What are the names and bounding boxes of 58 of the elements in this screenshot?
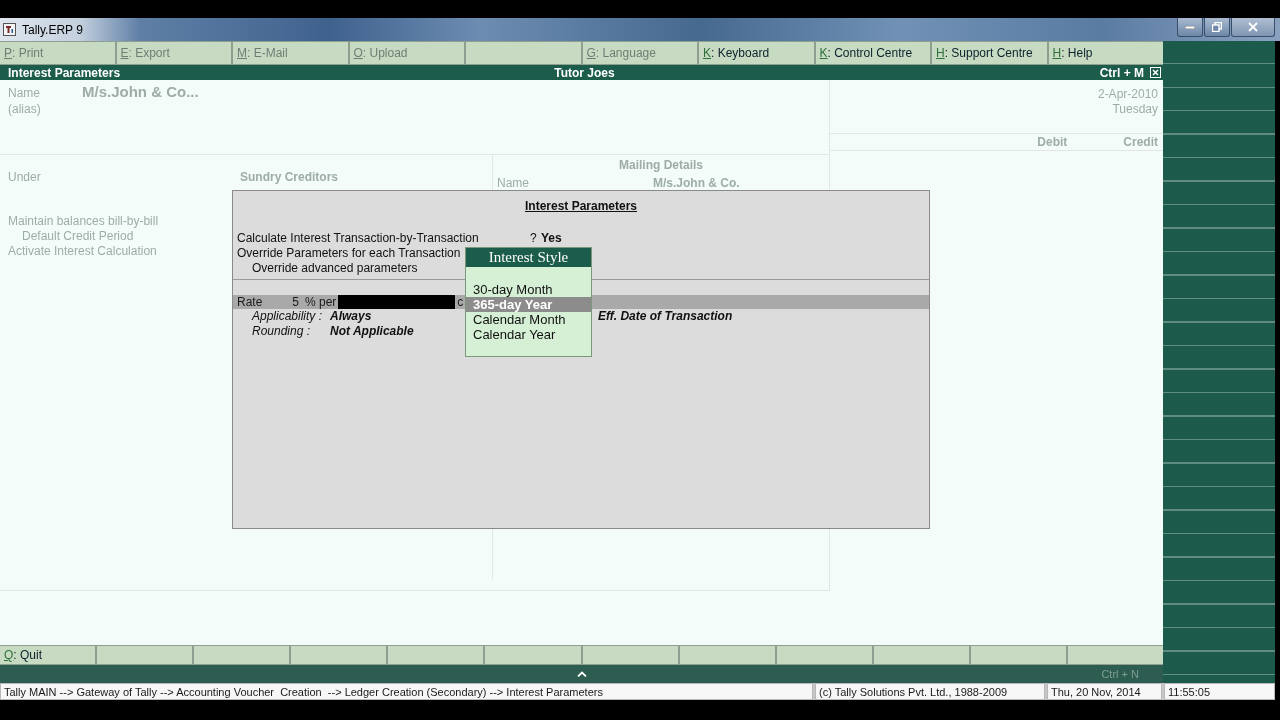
field-value: Eff. Date of Transaction [598,309,733,324]
form-label: Name [8,86,40,100]
list-item[interactable]: Calendar Year [466,327,591,342]
form-label: Under [8,170,42,184]
form-label: (alias) [8,102,41,116]
input-field[interactable] [338,295,456,309]
restore-button[interactable] [1204,18,1230,37]
form-label: Default Credit Period [22,229,134,243]
field-value: 5 [291,295,299,309]
list-item[interactable]: Calendar Month [466,312,591,327]
minimize-icon [1185,25,1195,29]
form-label: Activate Interest Calculation [8,244,157,258]
time-text: 11:55:05 [1164,683,1275,700]
form-value: Sundry Creditors [240,170,338,184]
list-item[interactable]: 30-day Month [466,282,591,297]
field-label: Calculate Interest Transaction-by-Transaction [237,230,479,245]
breadcrumb-path: Tally MAIN --> Gateway of Tally --> Accounting Voucher Creation --> Ledger Creation (Secondary) --> Interest Parameters [0,683,813,700]
close-button[interactable] [1231,18,1275,37]
toolbar-button[interactable]: K: Keyboard [699,42,814,64]
date-text: Thu, 20 Nov, 2014 [1047,683,1162,700]
toolbar-button[interactable]: K: Control Centre [815,42,930,64]
column-header: Debit [1037,135,1068,149]
toolbar-button[interactable]: H: Help [1048,42,1163,64]
form-day: Tuesday [1112,102,1158,116]
field-label: % per [305,295,337,309]
window-title: Tally.ERP 9 [22,22,83,37]
field-label: Rounding : [252,324,311,339]
close-icon [1248,22,1258,32]
field-value: Always [330,309,372,324]
field-label: c [457,295,464,309]
caret-up-icon[interactable] [576,671,587,677]
list-title: Interest Style [466,248,591,267]
shortcut-text: Ctrl + M [1099,65,1144,80]
field-label: Rate [237,295,264,309]
form-value: M/s.John & Co. [653,176,740,190]
minimize-button[interactable] [1177,18,1203,37]
form-heading: Mailing Details [619,158,703,172]
restore-icon [1212,22,1222,32]
form-date: 2-Apr-2010 [1097,87,1158,101]
field-label: Override Parameters for each Transaction [237,245,461,260]
field-value: Yes [541,230,562,245]
copyright-text: (c) Tally Solutions Pvt. Ltd., 1988-2009 [815,683,1045,700]
form-value: M/s.John & Co... [82,83,199,100]
field-label: Override advanced parameters [252,260,418,275]
toolbar-button[interactable]: H: Support Centre [932,42,1047,64]
form-label: Name [497,176,530,190]
company-name: Tutor Joes [554,65,615,80]
dialog-title: Interest Parameters [524,199,638,213]
field-label: Applicability : [252,309,323,324]
screen-title: Interest Parameters [8,65,121,80]
field-value: Not Applicable [330,324,414,339]
shortcut-text: Ctrl + N [1101,668,1139,680]
form-label: Maintain balances bill-by-bill [8,214,159,228]
close-icon[interactable] [1150,67,1161,78]
toolbar-button[interactable]: Q: Quit [0,646,96,664]
column-header: Credit [1123,135,1158,149]
app-icon [3,23,16,36]
field-prompt: ? [530,230,537,245]
